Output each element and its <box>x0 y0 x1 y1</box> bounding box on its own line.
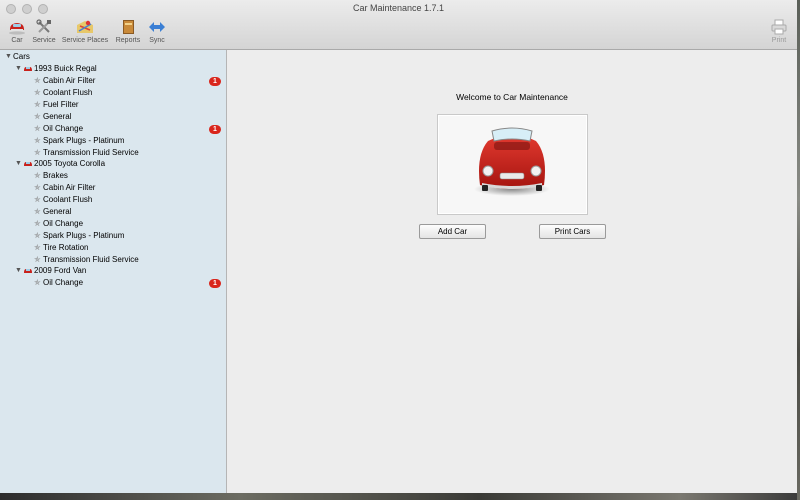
tree-service-item[interactable]: ✯ Coolant Flush <box>0 194 226 206</box>
tree-service-item[interactable]: ✯ Oil Change 1 <box>0 277 226 289</box>
service-icon: ✯ <box>34 136 41 145</box>
due-count-badge: 1 <box>209 279 221 288</box>
service-icon: ✯ <box>34 76 41 85</box>
service-label: General <box>43 207 72 216</box>
service-label: General <box>43 112 72 121</box>
tree-service-item[interactable]: ✯ Brakes <box>0 170 226 182</box>
reports-tool-button[interactable]: Reports <box>114 19 142 44</box>
service-label: Cabin Air Filter <box>43 76 96 85</box>
service-icon: ✯ <box>34 207 41 216</box>
service-icon: ✯ <box>34 171 41 180</box>
cars-sidebar: ▼ Cars ▼ 1993 Buick Regal ✯ Cabin Air Fi… <box>0 50 227 493</box>
red-convertible-image <box>474 127 550 196</box>
service-tool-button[interactable]: Service <box>31 19 57 44</box>
car-icon <box>24 162 32 166</box>
tree-service-item[interactable]: ✯ Spark Plugs - Platinum <box>0 230 226 242</box>
service-icon: ✯ <box>34 243 41 252</box>
service-icon: ✯ <box>34 100 41 109</box>
disclosure-triangle-icon[interactable]: ▼ <box>5 51 12 63</box>
disclosure-triangle-icon[interactable]: ▼ <box>15 63 22 75</box>
tree-root-label: Cars <box>13 52 30 61</box>
service-icon: ✯ <box>34 183 41 192</box>
tree-car-buick[interactable]: ▼ 1993 Buick Regal <box>0 63 226 75</box>
tree-service-item[interactable]: ✯ General <box>0 111 226 123</box>
car-icon <box>24 269 32 273</box>
desktop-background <box>0 493 800 500</box>
due-count-badge: 1 <box>209 125 221 134</box>
service-label: Coolant Flush <box>43 88 93 97</box>
service-label: Cabin Air Filter <box>43 183 96 192</box>
tree-service-item[interactable]: ✯ Spark Plugs - Platinum <box>0 135 226 147</box>
service-label: Oil Change <box>43 124 84 133</box>
tree-service-item[interactable]: ✯ Oil Change 1 <box>0 123 226 135</box>
add-car-button[interactable]: Add Car <box>419 224 486 239</box>
service-places-tool-button[interactable]: Service Places <box>61 19 109 44</box>
app-window: Car Maintenance 1.7.1 Car Service Servic… <box>0 0 797 493</box>
car-name: 2009 Ford Van <box>34 266 87 275</box>
tree-service-item[interactable]: ✯ Tire Rotation <box>0 242 226 254</box>
car-tool-label: Car <box>11 37 23 44</box>
print-tool-label: Print <box>771 37 787 44</box>
service-label: Spark Plugs - Platinum <box>43 231 125 240</box>
service-icon: ✯ <box>34 124 41 133</box>
printer-icon <box>771 19 787 35</box>
car-name: 2005 Toyota Corolla <box>34 159 106 168</box>
tools-icon <box>36 19 51 33</box>
red-car-icon <box>9 23 25 35</box>
reports-book-icon <box>123 20 134 34</box>
window-title: Car Maintenance 1.7.1 <box>352 3 445 13</box>
service-tool-label: Service <box>32 37 56 44</box>
map-places-icon <box>77 20 93 33</box>
disclosure-triangle-icon[interactable]: ▼ <box>15 265 22 277</box>
service-label: Brakes <box>43 171 68 180</box>
tree-root-cars[interactable]: ▼ Cars <box>0 51 226 63</box>
tree-service-item[interactable]: ✯ Coolant Flush <box>0 87 226 99</box>
service-label: Oil Change <box>43 219 84 228</box>
service-icon: ✯ <box>34 88 41 97</box>
print-cars-button[interactable]: Print Cars <box>539 224 606 239</box>
reports-tool-label: Reports <box>115 37 141 44</box>
car-image-well <box>437 114 588 215</box>
tree-service-item[interactable]: ✯ Oil Change <box>0 218 226 230</box>
car-tool-button[interactable]: Car <box>7 19 27 44</box>
tree-car-toyota[interactable]: ▼ 2005 Toyota Corolla <box>0 158 226 170</box>
tree-service-item[interactable]: ✯ Fuel Filter <box>0 99 226 111</box>
service-label: Tire Rotation <box>43 243 89 252</box>
tree-service-item[interactable]: ✯ Cabin Air Filter 1 <box>0 75 226 87</box>
service-icon: ✯ <box>34 231 41 240</box>
service-icon: ✯ <box>34 112 41 121</box>
sync-tool-label: Sync <box>149 37 165 44</box>
tree-car-ford[interactable]: ▼ 2009 Ford Van <box>0 265 226 277</box>
service-label: Fuel Filter <box>43 100 79 109</box>
sync-arrows-icon <box>149 22 165 32</box>
service-icon: ✯ <box>34 195 41 204</box>
car-icon <box>24 67 32 71</box>
service-label: Coolant Flush <box>43 195 93 204</box>
welcome-heading: Welcome to Car Maintenance <box>456 92 568 102</box>
tree-service-item[interactable]: ✯ General <box>0 206 226 218</box>
service-icon: ✯ <box>34 278 41 287</box>
car-name: 1993 Buick Regal <box>34 64 97 73</box>
disclosure-triangle-icon[interactable]: ▼ <box>15 158 22 170</box>
main-content: Welcome to Car Maintenance Add Car Print… <box>227 50 797 493</box>
service-label: Spark Plugs - Platinum <box>43 136 125 145</box>
print-tool-button[interactable]: Print <box>768 19 790 44</box>
tree-service-item[interactable]: ✯ Cabin Air Filter <box>0 182 226 194</box>
service-icon: ✯ <box>34 219 41 228</box>
title-toolbar: Car Maintenance 1.7.1 Car Service Servic… <box>0 0 797 50</box>
service-places-tool-label: Service Places <box>61 37 109 44</box>
service-label: Oil Change <box>43 278 84 287</box>
due-count-badge: 1 <box>209 77 221 86</box>
sync-tool-button[interactable]: Sync <box>146 19 168 44</box>
